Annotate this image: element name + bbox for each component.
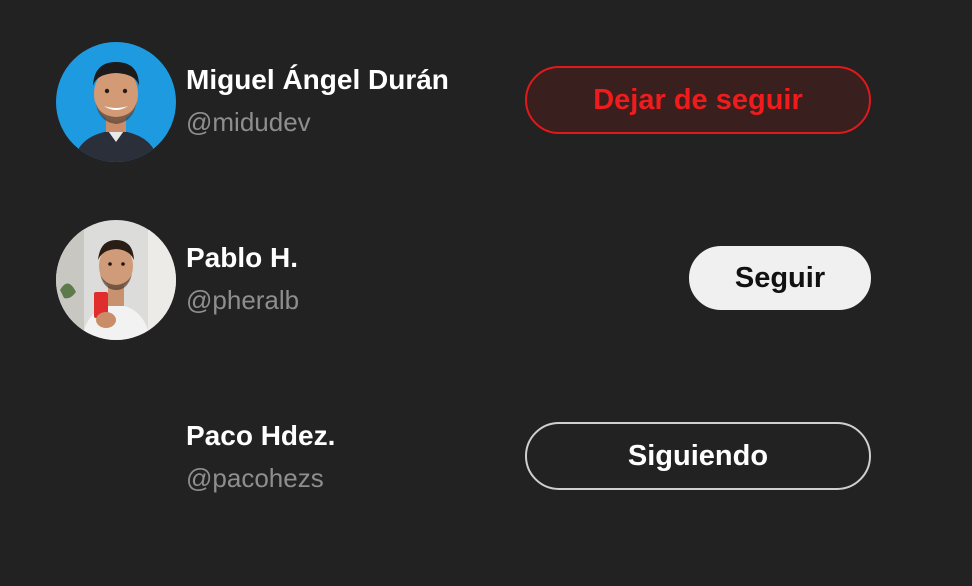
follow-card-pheralb: Pablo H. @pheralb Seguir xyxy=(0,214,972,344)
user-handle: @pacohezs xyxy=(186,463,324,493)
avatar-photo-pheralb xyxy=(56,220,176,340)
avatar-empty xyxy=(56,398,176,518)
user-info: Miguel Ángel Durán @midudev xyxy=(186,62,449,140)
user-info: Pablo H. @pheralb xyxy=(186,240,299,318)
user-handle: @pheralb xyxy=(186,285,300,315)
avatar[interactable] xyxy=(56,220,176,340)
user-handle: @midudev xyxy=(186,107,311,137)
avatar[interactable] xyxy=(56,42,176,162)
avatar-photo-midudev xyxy=(56,42,176,162)
follow-card-pacohezs: Paco Hdez. @pacohezs Siguiendo xyxy=(0,392,972,522)
follow-card-list: Miguel Ángel Durán @midudev Dejar de seg… xyxy=(0,0,972,586)
following-button[interactable]: Siguiendo xyxy=(525,422,871,490)
user-name: Pablo H. xyxy=(186,242,299,273)
user-info: Paco Hdez. @pacohezs xyxy=(186,418,335,496)
unfollow-button[interactable]: Dejar de seguir xyxy=(525,66,871,134)
user-name: Paco Hdez. xyxy=(186,420,336,451)
follow-card-midudev: Miguel Ángel Durán @midudev Dejar de seg… xyxy=(0,36,972,166)
user-name: Miguel Ángel Durán xyxy=(186,64,449,95)
follow-button[interactable]: Seguir xyxy=(689,246,871,310)
